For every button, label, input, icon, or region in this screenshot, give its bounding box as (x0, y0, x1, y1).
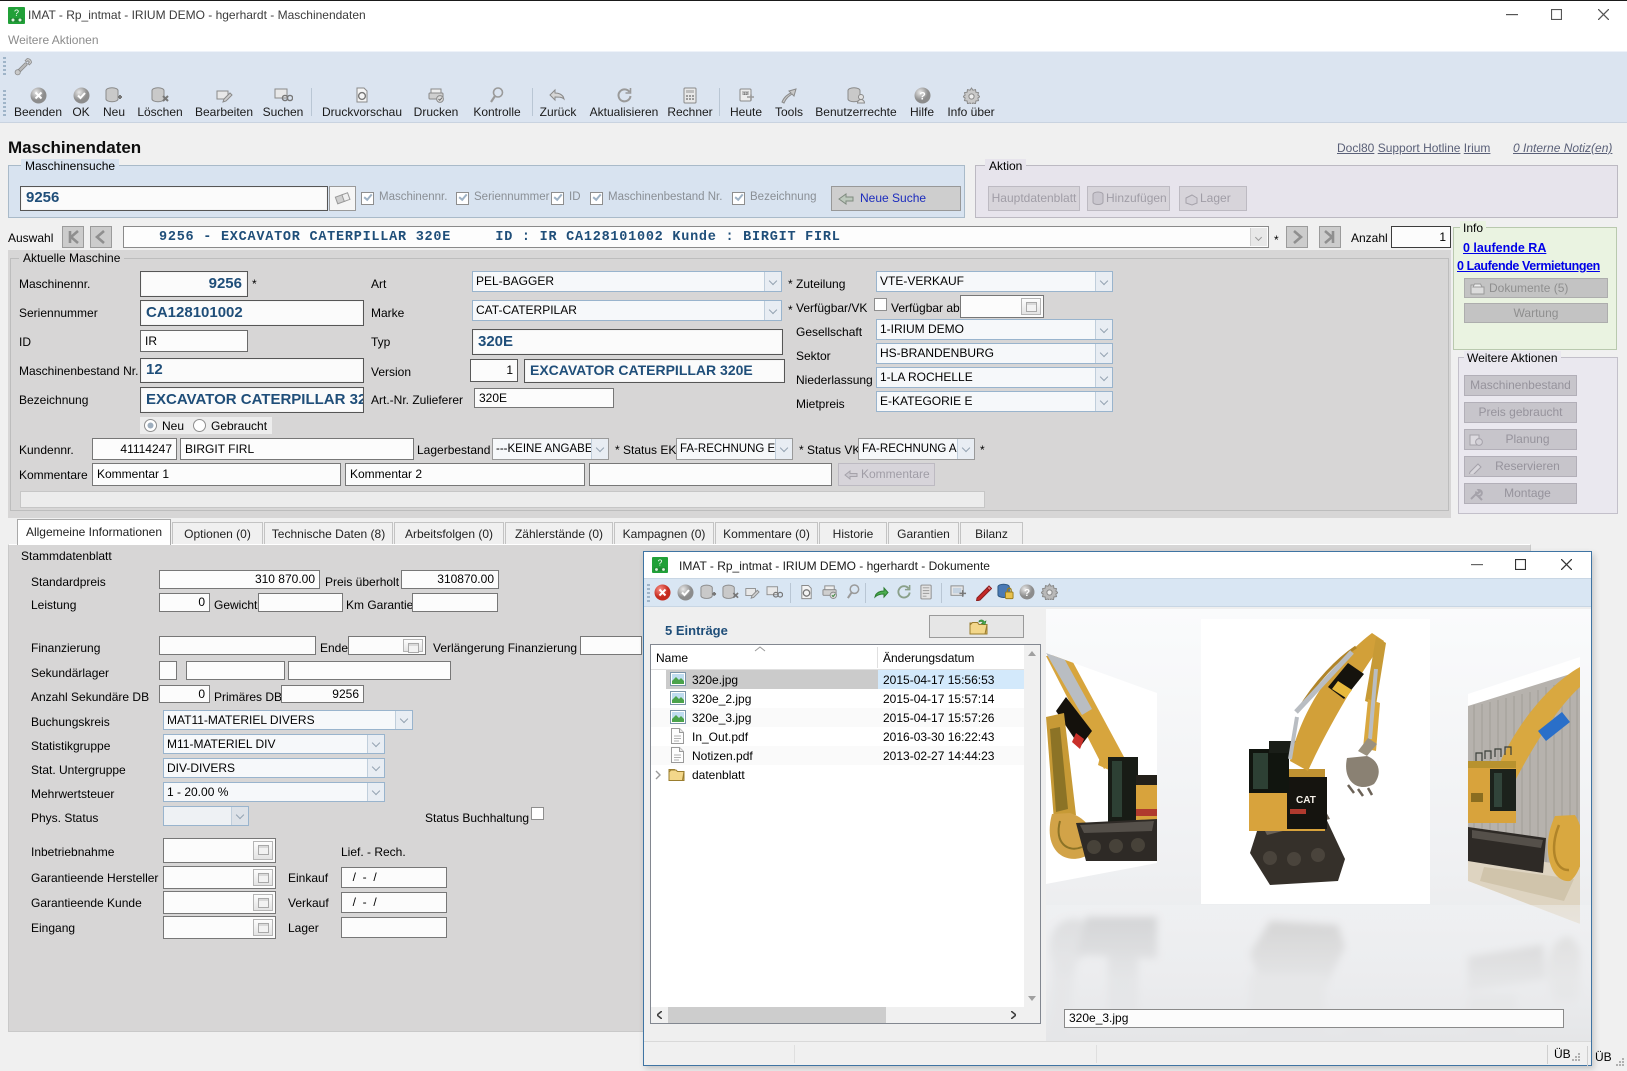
svg-text:?: ? (658, 558, 663, 568)
svg-text:12: 12 (742, 91, 748, 96)
svg-text:?: ? (14, 8, 19, 18)
svg-text:?: ? (1024, 588, 1030, 599)
svg-text:CAT: CAT (1296, 795, 1316, 806)
svg-text:?: ? (919, 91, 926, 103)
